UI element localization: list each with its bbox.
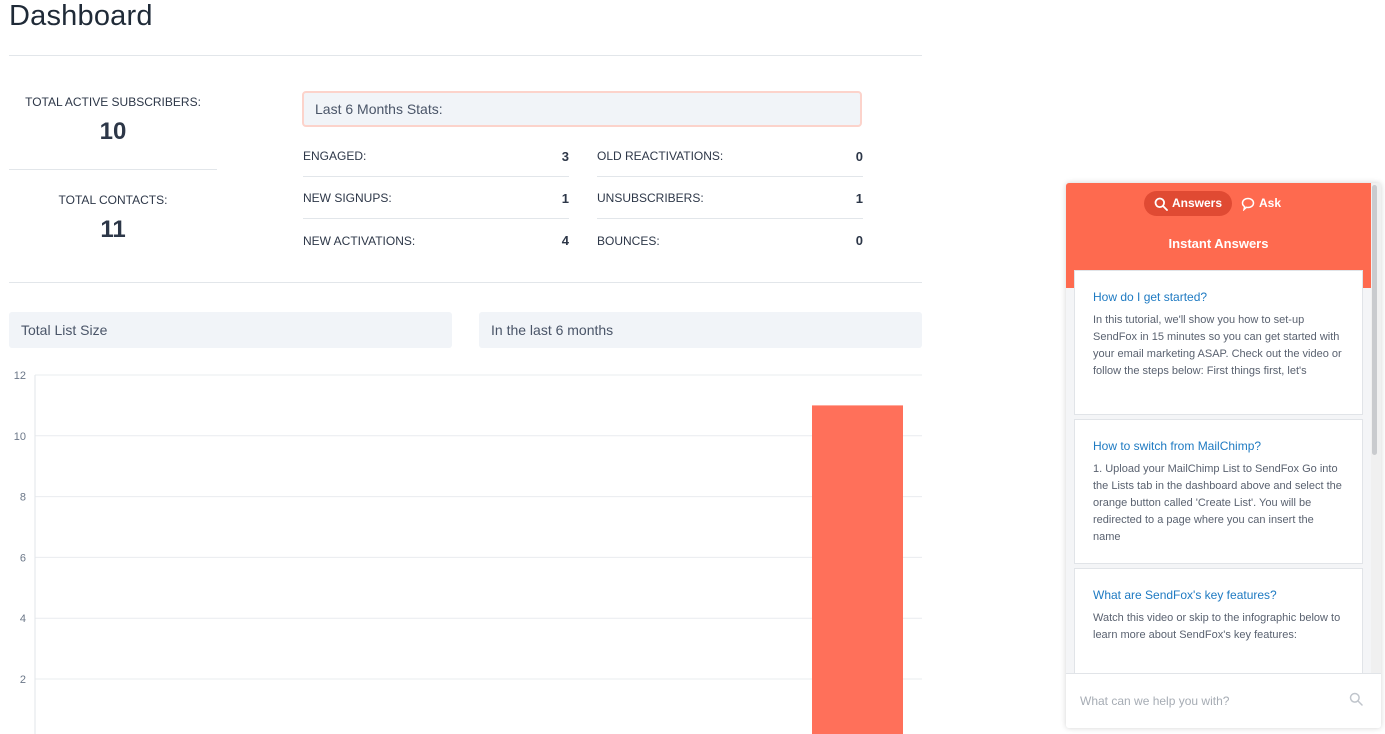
stat-row-old-reactivations: OLD REACTIVATIONS: 0 [597,136,863,177]
article-excerpt: Watch this video or skip to the infograp… [1093,612,1341,641]
article-card[interactable]: How do I get started? In this tutorial, … [1074,270,1363,415]
stat-label: NEW SIGNUPS: [303,191,392,205]
kpi-active-value: 10 [99,118,127,145]
y-tick-label: 4 [20,613,26,625]
article-title[interactable]: How to switch from MailChimp? [1093,439,1344,453]
kpi-divider [9,169,217,170]
list-size-chart: 2 4 6 8 10 12 [14,370,922,734]
bar [812,405,903,734]
y-tick-label: 6 [20,552,26,564]
stat-row-engaged: ENGAGED: 3 [303,136,569,177]
stat-row-bounces: BOUNCES: 0 [597,220,863,261]
stat-value: 4 [561,233,569,248]
article-excerpt: In this tutorial, we'll show you how to … [1093,314,1342,377]
widget-title: Instant Answers [1168,236,1269,251]
divider-top [9,55,922,56]
kpi-contacts-label: TOTAL CONTACTS: [58,193,168,207]
article-card[interactable]: How to switch from MailChimp? 1. Upload … [1074,419,1363,564]
y-tick-label: 10 [14,431,26,443]
stat-label: OLD REACTIVATIONS: [597,149,724,163]
tab-ask-label: Ask [1259,196,1282,210]
stat-value: 0 [855,148,863,164]
tab-answers-label: Answers [1172,196,1223,210]
widget-search-input[interactable]: What can we help you with? [1066,673,1381,728]
stat-label: ENGAGED: [303,149,367,163]
panel-total-list-size: Total List Size [9,312,452,348]
article-card[interactable]: What are SendFox's key features? Watch t… [1074,568,1363,688]
y-tick-label: 2 [20,674,26,686]
stat-value: 1 [561,190,569,206]
divider-mid [9,282,922,283]
search-icon [1154,197,1168,211]
kpi-active-label: TOTAL ACTIVE SUBSCRIBERS: [25,95,201,109]
y-tick-label: 8 [20,492,26,504]
help-widget: Answers Ask Instant Answers How do I get… [1066,183,1381,728]
search-placeholder: What can we help you with? [1080,694,1230,708]
stat-value: 3 [561,148,569,164]
stat-value: 1 [855,190,863,206]
tab-ask[interactable]: Ask [1241,191,1291,216]
search-icon [1349,692,1363,706]
stat-row-unsubscribers: UNSUBSCRIBERS: 1 [597,178,863,219]
article-excerpt: 1. Upload your MailChimp List to SendFox… [1093,463,1342,543]
panel-last-6-months: In the last 6 months [479,312,922,348]
widget-scrollbar[interactable] [1372,185,1377,455]
article-title[interactable]: How do I get started? [1093,290,1344,304]
page-title: Dashboard [9,0,153,32]
tab-answers[interactable]: Answers [1144,191,1232,216]
stat-label: BOUNCES: [597,233,660,248]
stat-label: NEW ACTIVATIONS: [303,233,416,248]
speech-bubble-icon [1241,197,1255,211]
y-tick-label: 12 [14,370,26,382]
stat-row-new-activations: NEW ACTIVATIONS: 4 [303,220,569,261]
article-title[interactable]: What are SendFox's key features? [1093,588,1344,602]
stat-row-new-signups: NEW SIGNUPS: 1 [303,178,569,219]
stat-value: 0 [855,233,863,248]
kpi-contacts-value: 11 [100,216,126,243]
stats-header: Last 6 Months Stats: [302,91,862,127]
stat-label: UNSUBSCRIBERS: [597,191,704,205]
